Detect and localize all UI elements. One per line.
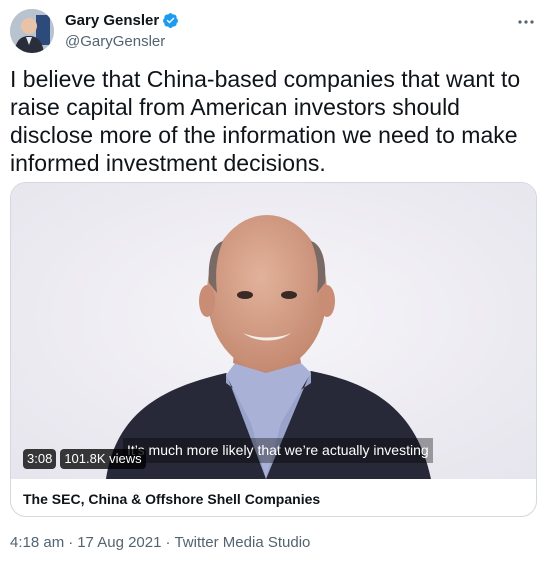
tweet-date[interactable]: 17 Aug 2021 — [77, 534, 161, 551]
tweet-time[interactable]: 4:18 am — [10, 534, 64, 551]
author-name[interactable]: Gary Gensler — [65, 12, 159, 29]
video-duration-badge: 3:08 — [23, 449, 57, 469]
video-badges: 3:08 101.8K views — [23, 449, 146, 469]
video-player[interactable]: It’s much more likely that we’re actuall… — [11, 183, 536, 479]
tweet-header: Gary Gensler @GaryGensler — [10, 9, 540, 55]
avatar[interactable] — [10, 9, 54, 53]
video-card[interactable]: It’s much more likely that we’re actuall… — [10, 182, 537, 517]
verified-badge-icon — [162, 12, 179, 29]
video-frame-image — [11, 183, 536, 479]
video-caption: It’s much more likely that we’re actuall… — [123, 438, 433, 463]
more-options-icon[interactable] — [516, 12, 536, 32]
video-views-badge: 101.8K views — [60, 449, 146, 469]
tweet-source[interactable]: Twitter Media Studio — [174, 534, 310, 551]
separator: · — [165, 534, 171, 551]
tweet-text: I believe that China-based companies tha… — [10, 66, 521, 176]
separator: · — [68, 534, 74, 551]
tweet-metadata: 4:18 am · 17 Aug 2021 · Twitter Media Studio — [10, 534, 310, 551]
avatar-image — [10, 9, 54, 53]
video-title[interactable]: The SEC, China & Offshore Shell Companie… — [23, 491, 320, 507]
name-row: Gary Gensler — [65, 12, 179, 29]
author-handle[interactable]: @GaryGensler — [65, 33, 165, 50]
